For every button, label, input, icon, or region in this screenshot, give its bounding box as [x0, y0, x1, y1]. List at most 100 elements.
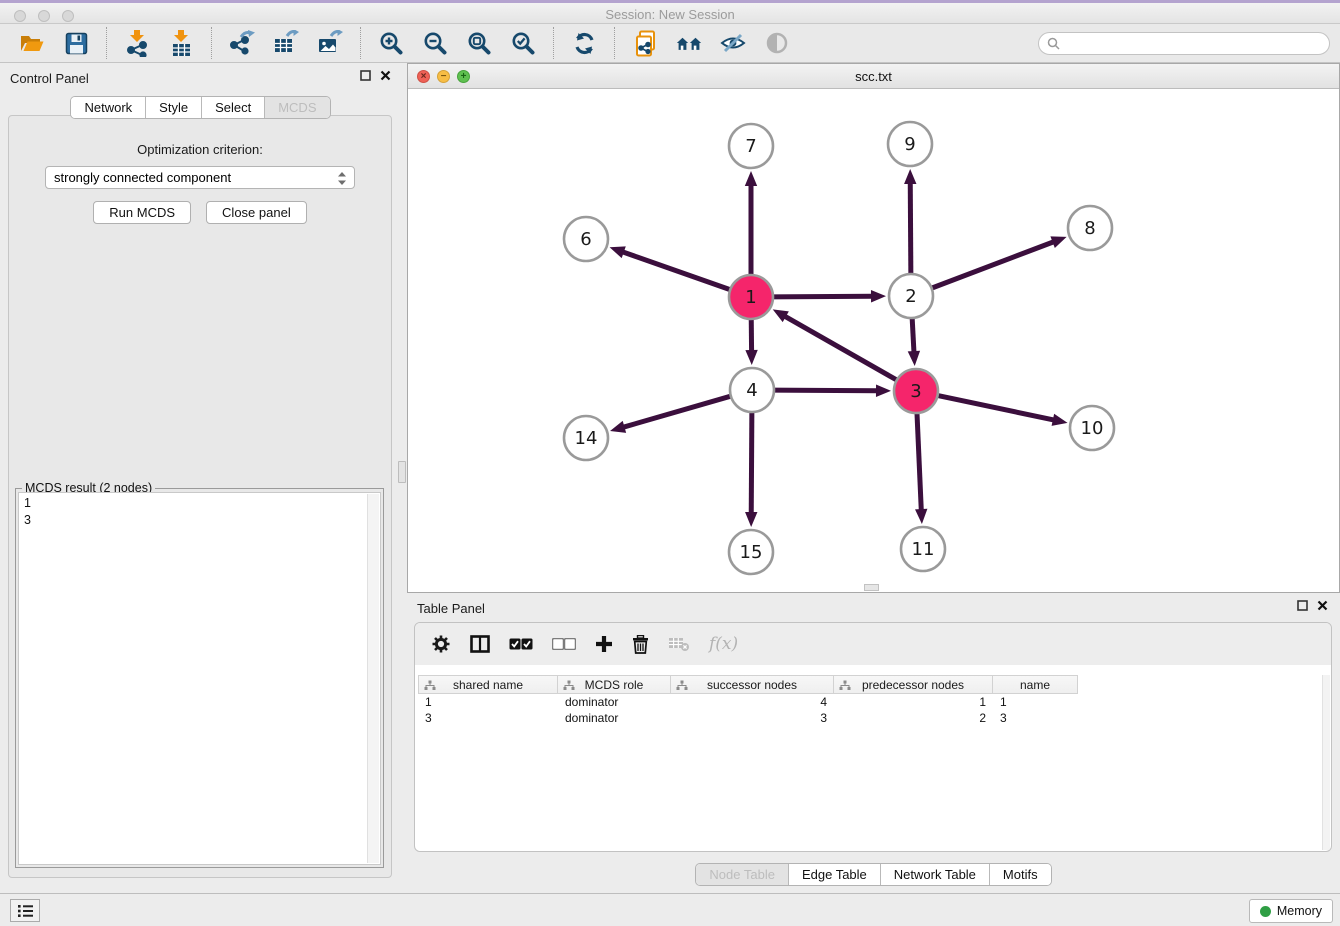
- delete-columns-icon[interactable]: [632, 635, 649, 654]
- table-cell[interactable]: dominator: [558, 694, 671, 710]
- tab-motifs[interactable]: Motifs: [990, 864, 1051, 885]
- table-row[interactable]: 1dominator411: [418, 694, 1322, 710]
- table-cell[interactable]: 3: [993, 710, 1078, 726]
- graph-node-label: 15: [740, 542, 763, 563]
- column-header-name[interactable]: name: [993, 675, 1078, 694]
- toolbar-separator: [106, 27, 107, 59]
- table-settings-icon[interactable]: [431, 634, 451, 654]
- export-network-icon[interactable]: [229, 29, 255, 57]
- edge-arrowhead: [915, 509, 927, 524]
- mcds-result-textarea[interactable]: 13: [18, 492, 381, 865]
- tab-node-table[interactable]: Node Table: [696, 864, 789, 885]
- tab-style[interactable]: Style: [146, 97, 202, 118]
- graph-edge-3-1[interactable]: [784, 316, 899, 381]
- table-cell[interactable]: 3: [418, 710, 558, 726]
- graph-edge-2-8[interactable]: [930, 241, 1055, 288]
- graph-edge-1-2[interactable]: [771, 296, 873, 297]
- close-panel-icon[interactable]: [380, 70, 391, 81]
- column-header-predecessor-nodes[interactable]: predecessor nodes: [834, 675, 993, 694]
- table-row[interactable]: 3dominator323: [418, 710, 1322, 726]
- tab-network[interactable]: Network: [71, 97, 146, 118]
- graph-edge-2-3[interactable]: [912, 316, 914, 353]
- select-all-columns-icon[interactable]: [509, 638, 533, 650]
- memory-button[interactable]: Memory: [1249, 899, 1333, 923]
- float-panel-icon[interactable]: [360, 70, 371, 81]
- mcds-result-line: 3: [24, 512, 364, 529]
- apply-preferred-layout-icon[interactable]: [571, 29, 597, 57]
- table-cell[interactable]: 2: [834, 710, 993, 726]
- graph-edge-4-3[interactable]: [772, 390, 878, 391]
- column-header-successor-nodes[interactable]: successor nodes: [671, 675, 834, 694]
- table-scrollbar[interactable]: [1322, 675, 1330, 850]
- result-scrollbar[interactable]: [367, 494, 379, 863]
- float-panel-icon[interactable]: [1297, 600, 1308, 611]
- graph-node-label: 8: [1084, 218, 1095, 239]
- zoom-out-icon[interactable]: [422, 29, 448, 57]
- edge-arrowhead: [610, 246, 626, 258]
- table-cell[interactable]: 3: [671, 710, 834, 726]
- delete-table-icon: [668, 636, 690, 652]
- zoom-selected-icon[interactable]: [510, 29, 536, 57]
- table-cell[interactable]: 1: [418, 694, 558, 710]
- edge-arrowhead: [745, 512, 757, 527]
- graph-node-label: 10: [1081, 418, 1104, 439]
- export-image-icon[interactable]: [317, 29, 343, 57]
- zoom-fit-icon[interactable]: [466, 29, 492, 57]
- table-panel-header: Table Panel: [407, 593, 1340, 621]
- search-field: [1038, 32, 1330, 55]
- network-canvas[interactable]: 7968124314101511: [408, 89, 1339, 592]
- add-column-icon[interactable]: [595, 635, 613, 653]
- table-body: 1dominator4113dominator323: [418, 694, 1322, 726]
- task-list-icon: [17, 904, 34, 918]
- graph-edge-4-14[interactable]: [623, 396, 733, 428]
- table-panel: Table Panel: [407, 593, 1340, 893]
- toolbar-separator: [553, 27, 554, 59]
- graph-edge-4-15[interactable]: [751, 410, 752, 514]
- mcds-panel: Optimization criterion: strongly connect…: [8, 115, 392, 878]
- graph-edge-2-9[interactable]: [910, 182, 911, 276]
- close-panel-icon[interactable]: [1317, 600, 1328, 611]
- table-cell[interactable]: dominator: [558, 710, 671, 726]
- graph-edge-1-6[interactable]: [622, 252, 732, 291]
- graph-node-label: 1: [745, 287, 756, 308]
- toolbar-separator: [211, 27, 212, 59]
- graph-node-label: 3: [910, 381, 921, 402]
- network-window-titlebar: × − + scc.txt: [408, 64, 1339, 89]
- tab-select[interactable]: Select: [202, 97, 265, 118]
- tab-edge-table[interactable]: Edge Table: [789, 864, 881, 885]
- optimization-criterion-select[interactable]: strongly connected component: [45, 166, 355, 189]
- run-mcds-button[interactable]: Run MCDS: [93, 201, 191, 224]
- show-column-panel-icon[interactable]: [470, 635, 490, 653]
- edge-arrowhead: [1052, 414, 1068, 426]
- column-header-MCDS-role[interactable]: MCDS role: [558, 675, 671, 694]
- search-input[interactable]: [1065, 36, 1321, 51]
- graph-edge-3-10[interactable]: [936, 395, 1055, 420]
- column-header-shared-name[interactable]: shared name: [418, 675, 558, 694]
- table-cell[interactable]: 1: [993, 694, 1078, 710]
- zoom-in-icon[interactable]: [378, 29, 404, 57]
- export-table-icon[interactable]: [273, 29, 299, 57]
- show-task-history-button[interactable]: [10, 899, 40, 922]
- graph-edge-3-11[interactable]: [917, 411, 921, 511]
- unselect-all-columns-icon[interactable]: [552, 638, 576, 650]
- mcds-result-box: MCDS result (2 nodes) 13: [15, 488, 384, 868]
- tab-network-table[interactable]: Network Table: [881, 864, 990, 885]
- import-table-icon[interactable]: [168, 29, 194, 57]
- table-cell[interactable]: 4: [671, 694, 834, 710]
- table-header-row: shared nameMCDS rolesuccessor nodesprede…: [418, 675, 1322, 694]
- save-session-icon[interactable]: [63, 29, 89, 57]
- hide-selected-icon[interactable]: [720, 29, 746, 57]
- close-panel-button[interactable]: Close panel: [206, 201, 307, 224]
- copy-network-icon[interactable]: [632, 29, 658, 57]
- toolbar-separator: [614, 27, 615, 59]
- first-neighbors-icon[interactable]: [676, 29, 702, 57]
- tab-mcds[interactable]: MCDS: [265, 97, 329, 118]
- table-cell[interactable]: 1: [834, 694, 993, 710]
- network-divider-handle[interactable]: [864, 584, 879, 591]
- graph-node-label: 6: [580, 229, 591, 250]
- panel-divider-handle[interactable]: [398, 461, 406, 483]
- control-panel-header: Control Panel: [0, 63, 401, 91]
- open-session-icon[interactable]: [19, 29, 45, 57]
- edge-arrowhead: [610, 421, 626, 433]
- import-network-icon[interactable]: [124, 29, 150, 57]
